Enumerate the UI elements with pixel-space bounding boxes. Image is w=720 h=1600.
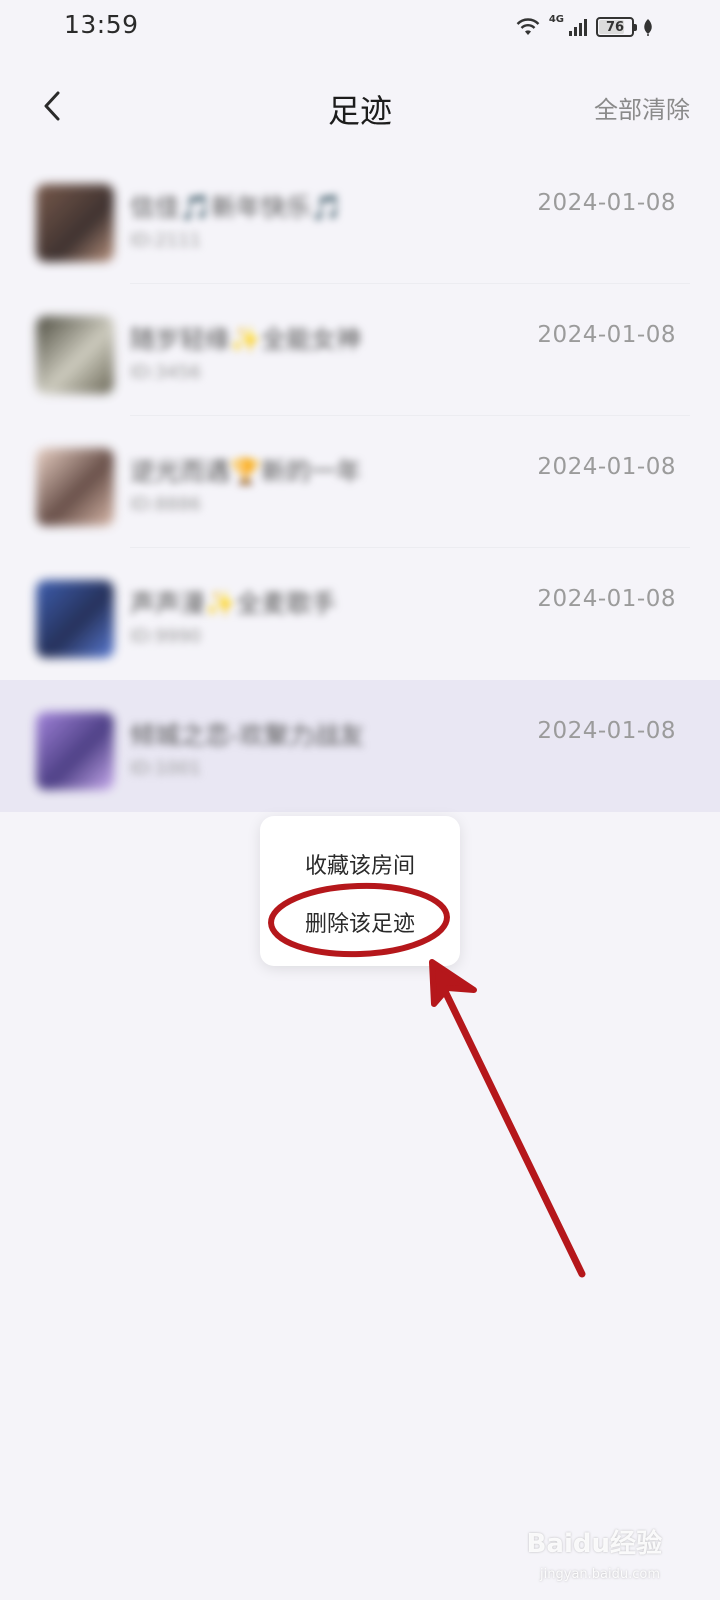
signal-icon [568,17,588,37]
delete-footprint-menu-item[interactable]: 删除该足迹 [260,906,460,938]
room-name: 倾城之恋-欢聚力战友 [130,721,365,750]
pointer-arrow-head-icon [429,959,477,1007]
room-name: 随岁轻缘✨全能女神 [130,325,362,354]
room-id: ID:8886 [130,494,202,515]
visit-date: 2024-01-08 [537,718,676,744]
room-avatar [36,580,114,658]
list-item-selected[interactable]: 倾城之恋-欢聚力战友 ID:1001 2024-01-08 [0,680,720,812]
visit-date: 2024-01-08 [537,190,676,216]
battery-level: 76 [605,19,625,35]
room-id: ID:1001 [130,758,202,779]
room-avatar [36,184,114,262]
wifi-icon [515,17,541,37]
room-id: ID:3456 [130,362,202,383]
status-bar: 13:59 4G 76 [0,0,720,56]
favorite-room-menu-item[interactable]: 收藏该房间 [260,848,460,880]
pointer-arrow-shaft [438,981,586,1278]
battery-saver-leaf-icon [642,18,654,36]
network-type: 4G [548,13,564,25]
list-item[interactable]: 逆光而遇🏆新的一年 ID:8886 2024-01-08 [0,416,720,548]
visit-date: 2024-01-08 [537,322,676,348]
room-id: ID:2111 [130,230,202,251]
visit-date: 2024-01-08 [537,586,676,612]
room-avatar [36,712,114,790]
visit-date: 2024-01-08 [537,454,676,480]
room-name: 声声漫✨全麦歌手 [130,589,337,618]
list-item[interactable]: 声声漫✨全麦歌手 ID:9990 2024-01-08 [0,548,720,680]
list-item[interactable]: 信佳🎵新年快乐🎵 ID:2111 2024-01-08 [0,152,720,284]
room-avatar [36,448,114,526]
watermark-logo: Baidu经验 [526,1529,662,1559]
footprint-list: 信佳🎵新年快乐🎵 ID:2111 2024-01-08 随岁轻缘✨全能女神 ID… [0,152,720,812]
context-menu: 收藏该房间 删除该足迹 [260,816,460,966]
header: 足迹 全部清除 [0,56,720,156]
list-item[interactable]: 随岁轻缘✨全能女神 ID:3456 2024-01-08 [0,284,720,416]
room-name: 逆光而遇🏆新的一年 [130,457,362,486]
status-icons: 4G 76 [515,14,654,40]
clear-all-button[interactable]: 全部清除 [594,90,690,125]
watermark-url: jingyan.baidu.com [540,1567,660,1582]
battery-icon: 76 [596,17,637,37]
room-id: ID:9990 [130,626,202,647]
room-name: 信佳🎵新年快乐🎵 [130,193,343,222]
status-time: 13:59 [64,10,139,39]
room-avatar [36,316,114,394]
